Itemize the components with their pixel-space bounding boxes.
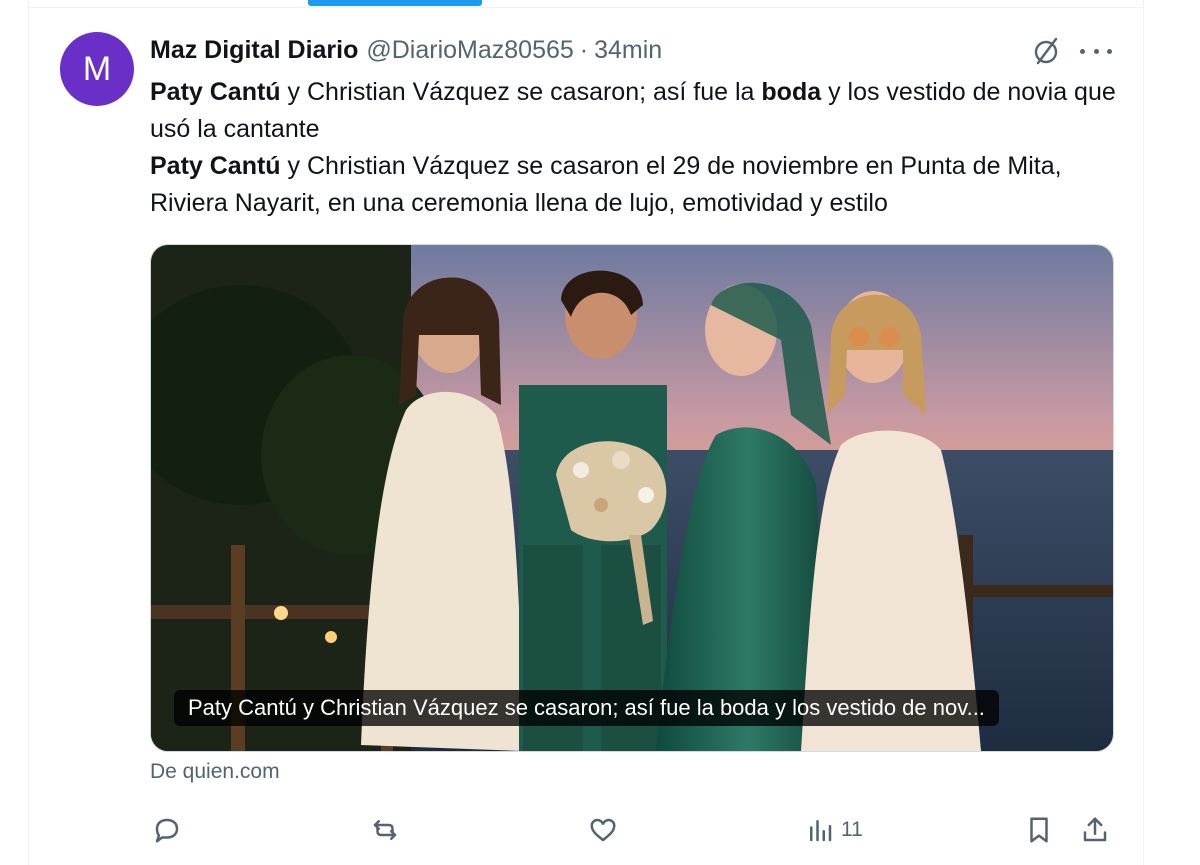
like-button[interactable] — [588, 812, 618, 848]
heart-icon — [590, 818, 616, 842]
retweet-icon — [373, 820, 397, 840]
reply-icon — [155, 818, 179, 843]
views-button[interactable]: 11 — [805, 812, 863, 848]
media-card-image[interactable] — [150, 244, 1114, 752]
tweet-header: Maz Digital Diario @DiarioMaz80565 · 34m… — [150, 34, 662, 66]
source-link[interactable]: De quien.com — [150, 760, 280, 784]
header-separator: · — [579, 35, 589, 64]
top-divider — [28, 7, 1144, 8]
share-button[interactable] — [1080, 812, 1110, 848]
tweet-text: Paty Cantú y Christian Vázquez se casaro… — [150, 74, 1130, 222]
tweet-timestamp[interactable]: 34min — [594, 36, 662, 65]
avatar-letter: M — [82, 49, 112, 88]
author-handle[interactable]: @DiarioMaz80565 — [366, 36, 573, 65]
retweet-button[interactable] — [370, 812, 400, 848]
media-caption: Paty Cantú y Christian Vázquez se casaro… — [174, 690, 999, 726]
grok-slash-circle-icon[interactable] — [1030, 34, 1064, 68]
bookmark-icon — [1030, 817, 1048, 843]
avatar[interactable]: M — [60, 32, 134, 106]
author-name[interactable]: Maz Digital Diario — [150, 36, 358, 65]
tweet-text-line1: Paty Cantú y Christian Vázquez se casaro… — [150, 78, 1116, 143]
active-tab-indicator — [308, 0, 482, 6]
reply-button[interactable] — [152, 812, 182, 848]
views-count: 11 — [841, 818, 863, 841]
views-bar-chart-icon — [810, 820, 832, 842]
bookmark-button[interactable] — [1024, 812, 1054, 848]
timeline-right-border — [1143, 0, 1144, 865]
more-dots-icon[interactable] — [1080, 38, 1112, 64]
timeline-left-border — [28, 0, 29, 865]
share-icon — [1083, 817, 1107, 842]
tweet-text-line2: Paty Cantú y Christian Vázquez se casaro… — [150, 152, 1062, 217]
